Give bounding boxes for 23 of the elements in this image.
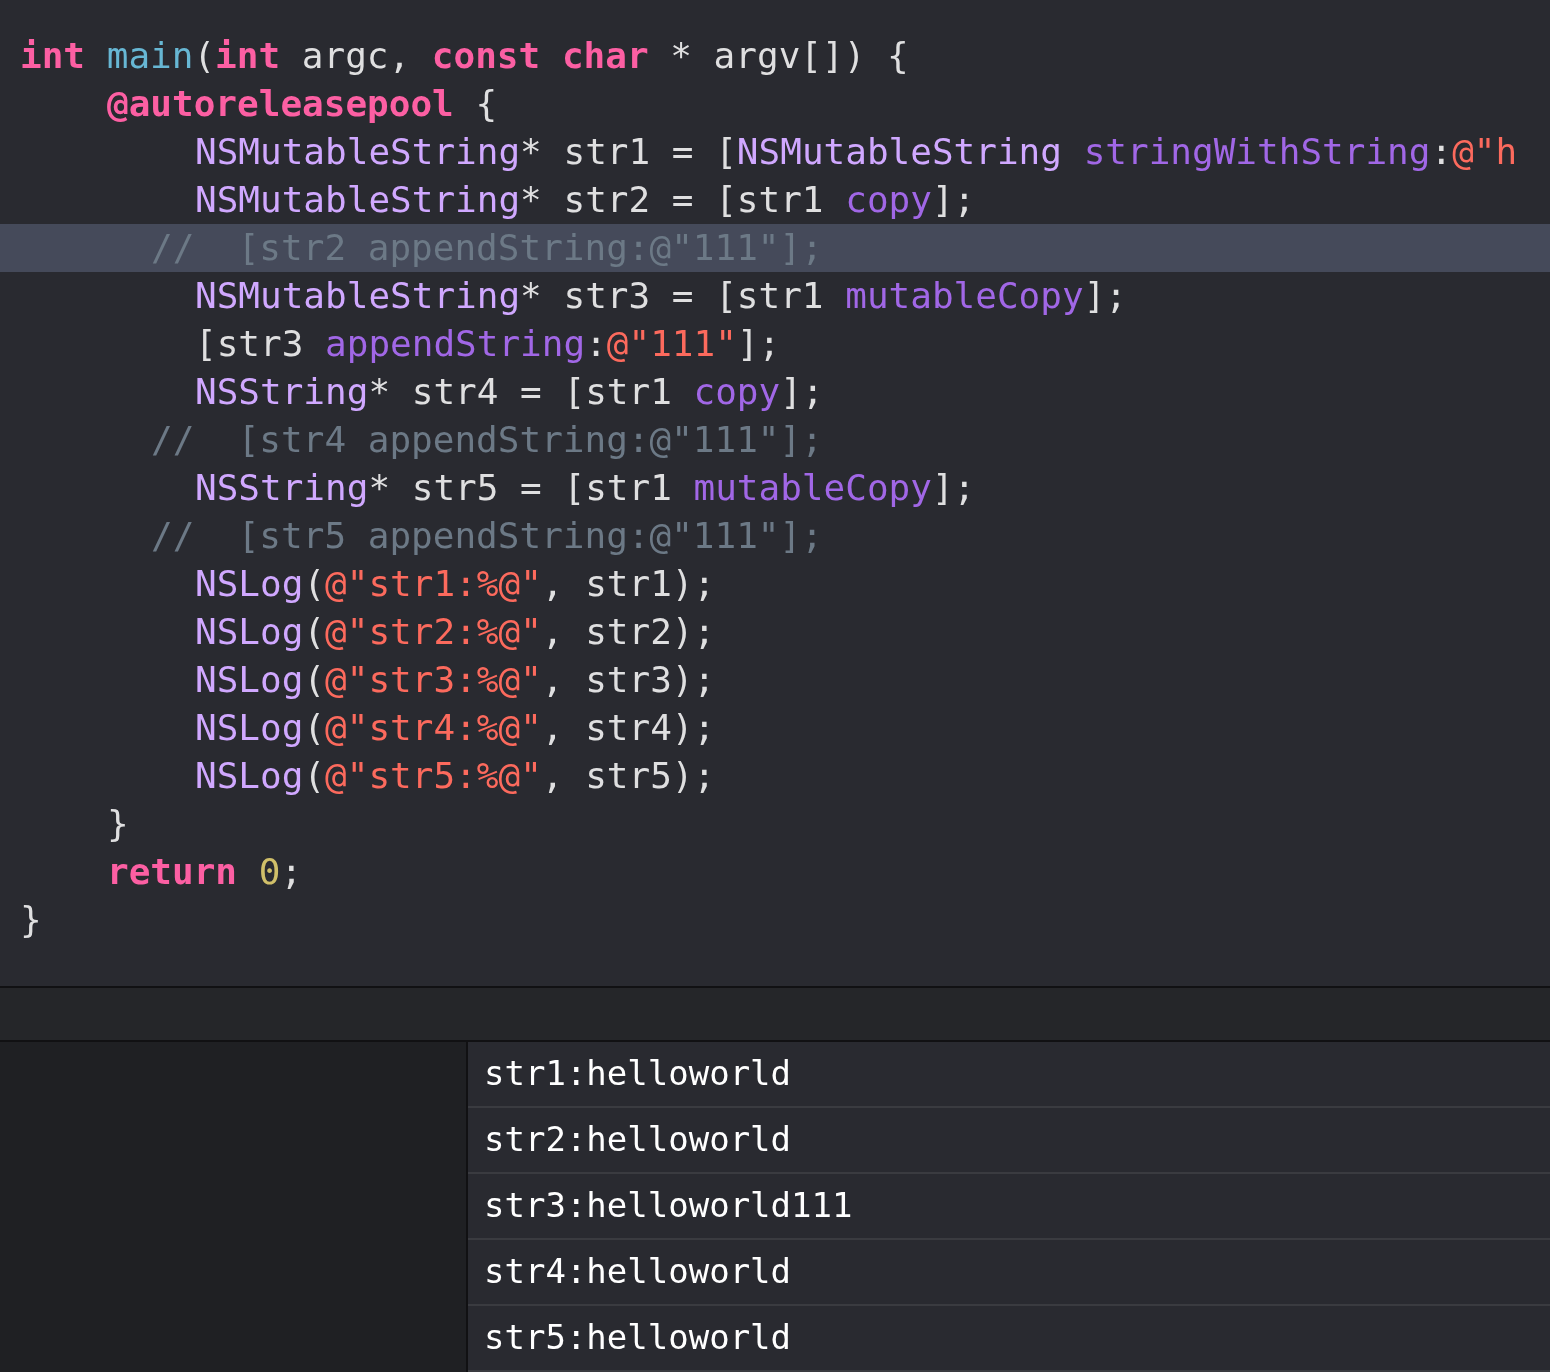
code-line: NSLog(@"str1:%@", str1); bbox=[195, 562, 716, 606]
code-line: return 0; bbox=[107, 850, 303, 894]
code-line: NSLog(@"str3:%@", str3); bbox=[195, 658, 716, 702]
code-line: } bbox=[107, 802, 129, 846]
code-line: NSMutableString* str1 = [NSMutableString stringWithString:@"h bbox=[195, 130, 1518, 174]
code-line: // [str4 appendString:@"111"]; bbox=[151, 418, 823, 462]
code-line: [str3 appendString:@"111"]; bbox=[195, 322, 781, 366]
code-line: int main(int argc, const char * argv[]) { bbox=[20, 34, 909, 78]
console-output-line: str3:helloworld111 bbox=[468, 1174, 1550, 1240]
console-output-line: str5:helloworld bbox=[468, 1306, 1550, 1372]
code-line: NSMutableString* str3 = [str1 mutableCopy]; bbox=[195, 274, 1127, 318]
code-line: NSLog(@"str2:%@", str2); bbox=[195, 610, 716, 654]
console-output-line: str1:helloworld bbox=[468, 1042, 1550, 1108]
code-line: NSLog(@"str4:%@", str4); bbox=[195, 706, 716, 750]
code-line: NSString* str5 = [str1 mutableCopy]; bbox=[195, 466, 976, 510]
console-output-line: str2:helloworld bbox=[468, 1108, 1550, 1174]
code-line: @autoreleasepool { bbox=[107, 82, 498, 126]
code-line: NSString* str4 = [str1 copy]; bbox=[195, 370, 824, 414]
console-output-line: str4:helloworld bbox=[468, 1240, 1550, 1306]
code-line: } bbox=[20, 898, 42, 942]
code-line: NSMutableString* str2 = [str1 copy]; bbox=[195, 178, 976, 222]
code-line: // [str5 appendString:@"111"]; bbox=[151, 514, 823, 558]
code-line: NSLog(@"str5:%@", str5); bbox=[195, 754, 716, 798]
